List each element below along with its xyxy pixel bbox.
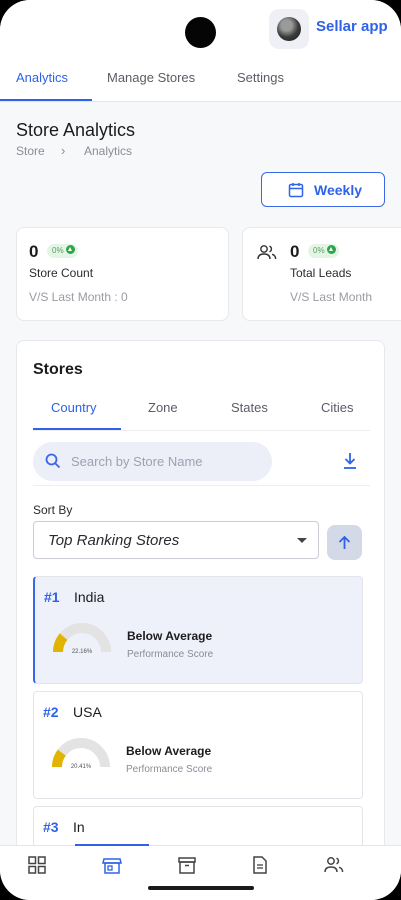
profile-button[interactable] [269,9,309,49]
weekly-label: Weekly [314,182,362,198]
sort-selected-value: Top Ranking Stores [48,532,180,549]
store-name: In [73,819,85,835]
breadcrumb-analytics: Analytics [84,144,133,158]
chevron-down-icon [297,538,307,543]
nav-users[interactable] [297,846,371,882]
avatar [277,17,301,41]
calendar-icon [288,183,304,198]
search-icon [45,453,61,469]
sort-select[interactable]: Top Ranking Stores [33,521,319,559]
tab-states[interactable]: States [231,400,268,415]
download-icon[interactable] [342,452,358,470]
store-count-comparison: V/S Last Month : 0 [29,290,128,304]
store-count-card: 0 0% Store Count V/S Last Month : 0 [16,227,229,321]
tab-zone[interactable]: Zone [148,400,178,415]
store-rank: #1 [44,589,60,605]
store-count-value: 0 [29,242,39,261]
change-percent: 0% [52,246,64,255]
store-icon [102,858,122,874]
total-leads-label: Total Leads [290,266,352,280]
store-rank: #2 [43,704,59,720]
total-leads-change-badge: 0% [308,244,339,258]
nav-dashboard[interactable] [0,846,74,882]
store-list-item[interactable]: #2 USA 20.41% Below Average Performance … [33,691,363,799]
store-count-label: Store Count [29,266,94,280]
tab-country[interactable]: Country [51,400,97,415]
document-icon [253,856,267,874]
people-icon [324,857,344,873]
camera-cutout [185,17,216,48]
performance-status: Below Average [126,744,212,758]
nav-documents[interactable] [223,846,297,882]
weekly-period-button[interactable]: Weekly [261,172,385,207]
tab-settings[interactable]: Settings [237,58,284,102]
breadcrumb-chevron-icon: › [61,143,66,158]
phone-screen: Sellar app Analytics Manage Stores Setti… [0,0,401,900]
store-search-input[interactable]: Search by Store Name [33,442,272,481]
total-leads-comparison: V/S Last Month [290,290,373,304]
arrow-up-icon [338,535,351,549]
main-tabs: Analytics Manage Stores Settings [0,58,401,102]
store-name: India [74,589,105,605]
store-list-item[interactable]: #1 India 22.16% Below Average Performanc… [33,576,363,684]
sort-by-label: Sort By [33,503,73,517]
performance-subtitle: Performance Score [127,649,214,660]
sort-direction-button[interactable] [327,525,362,560]
app-bar: Sellar app [0,0,401,58]
home-indicator [148,886,254,890]
gauge-value: 22.16% [71,649,93,655]
performance-subtitle: Performance Score [126,764,213,775]
active-tab-indicator [0,99,92,101]
store-name: USA [73,704,102,720]
dashboard-icon [28,856,46,874]
people-icon [257,245,277,260]
total-leads-value: 0 [290,242,300,261]
performance-status: Below Average [127,629,213,643]
stores-panel: Stores Country Zone States Cities Search… [16,340,385,900]
search-placeholder: Search by Store Name [71,454,203,469]
up-arrow-icon [65,245,75,254]
up-arrow-icon [326,245,336,254]
total-leads-card: 0 0% Total Leads V/S Last Month [242,227,401,321]
stores-title: Stores [33,361,83,378]
store-count-change-badge: 0% [47,244,78,258]
nav-stores[interactable] [75,846,149,882]
gauge-value: 20.41% [70,764,92,770]
page-title: Store Analytics [16,120,136,140]
breadcrumb-store[interactable]: Store [16,144,45,158]
change-percent: 0% [313,246,325,255]
bottom-navigation [0,844,401,900]
tab-cities[interactable]: Cities [321,400,354,415]
app-name: Sellar app [316,18,388,35]
nav-archive[interactable] [150,846,224,882]
store-rank: #3 [43,819,59,835]
tab-manage-stores[interactable]: Manage Stores [107,58,195,102]
archive-icon [178,857,196,874]
tab-analytics[interactable]: Analytics [16,58,68,102]
divider [33,430,370,431]
divider [33,485,370,486]
